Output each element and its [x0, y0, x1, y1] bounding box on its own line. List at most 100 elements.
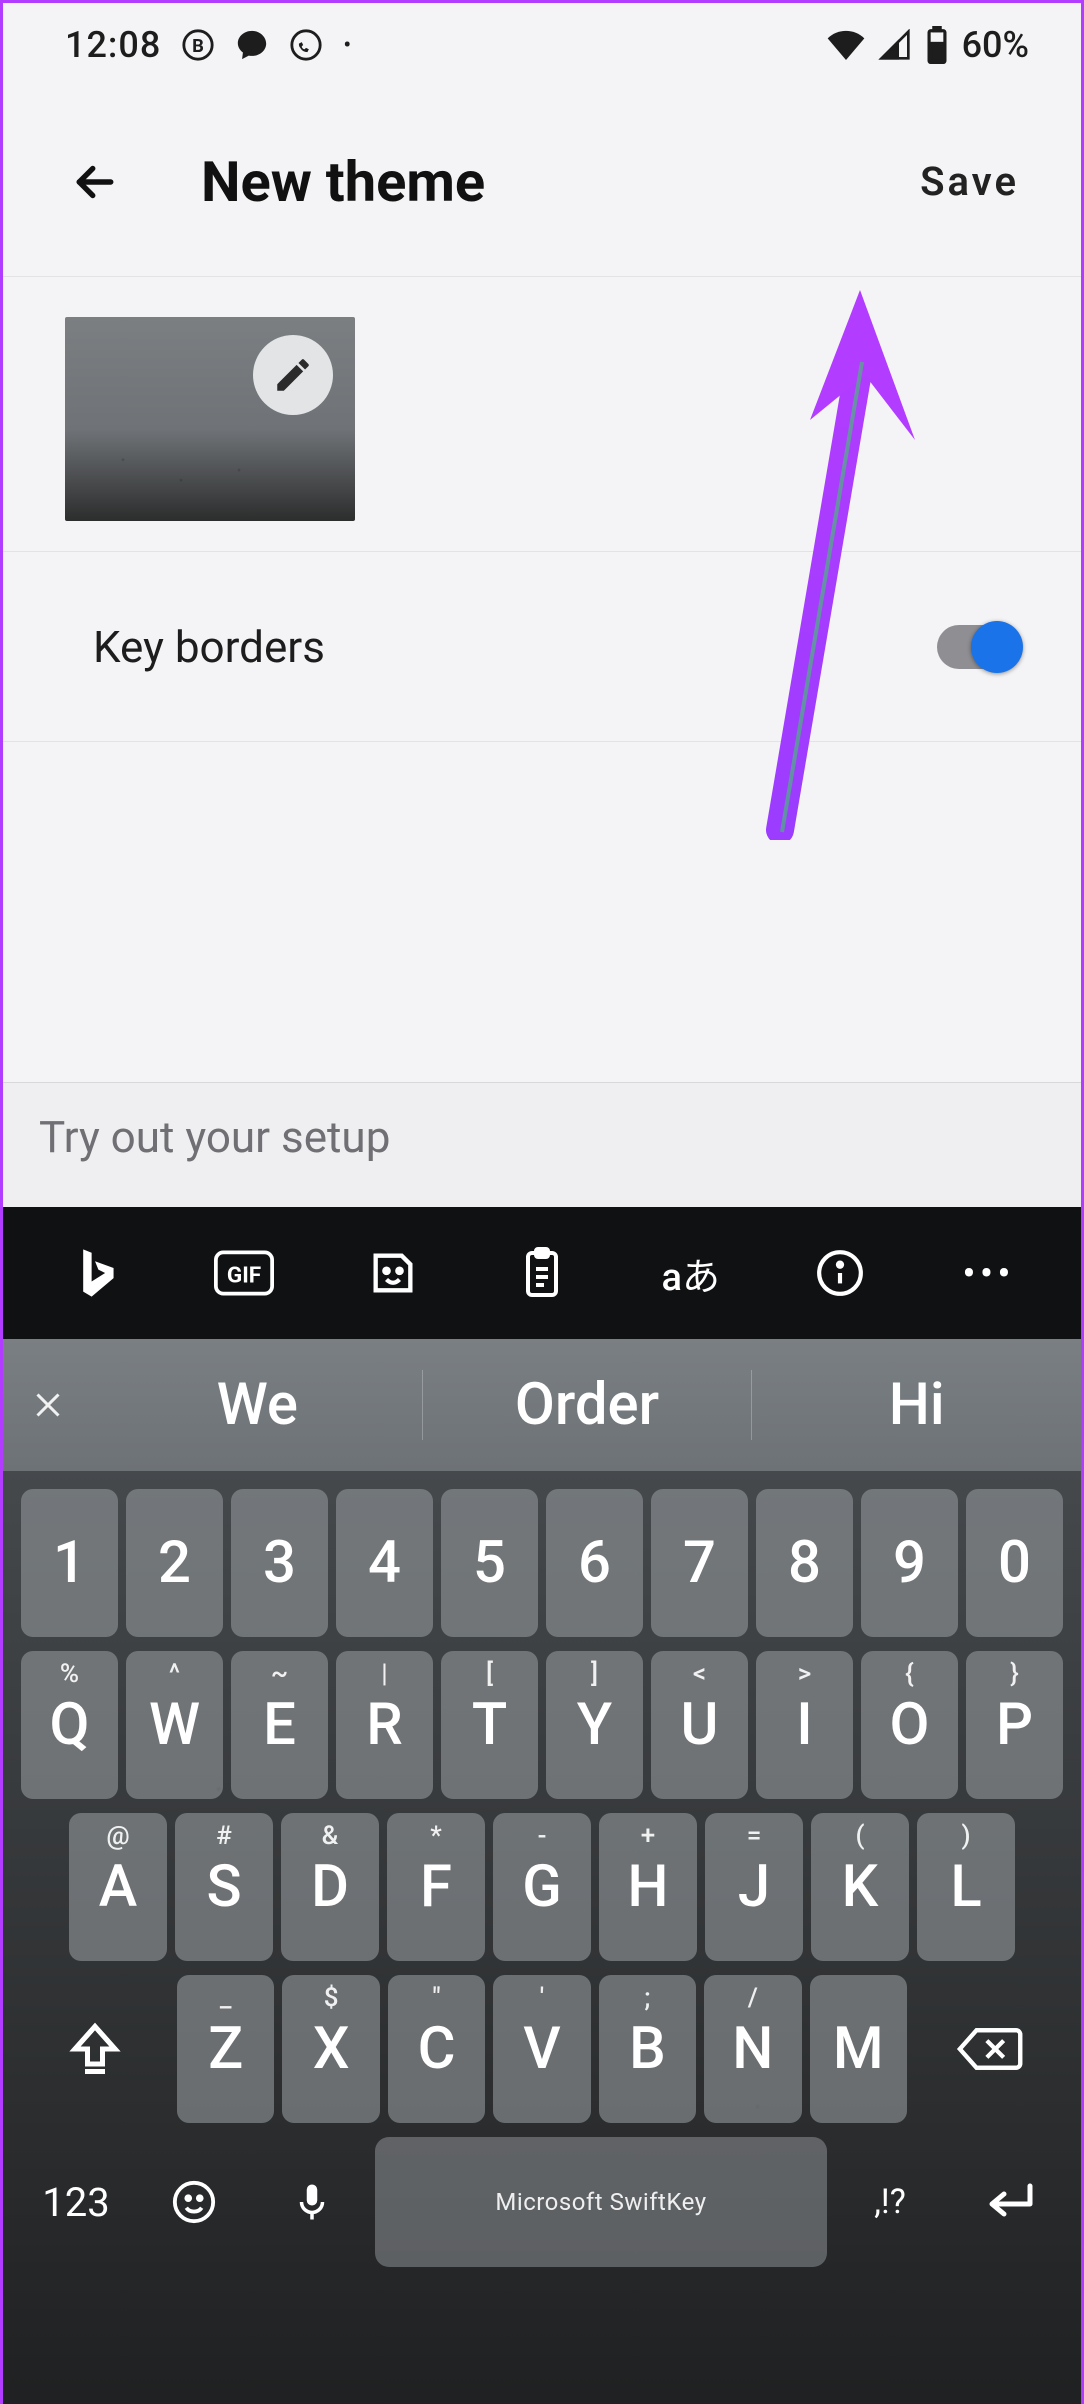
spacer: [3, 742, 1081, 1082]
wifi-icon: [826, 29, 866, 61]
theme-thumbnail[interactable]: [65, 317, 355, 521]
key-m[interactable]: M: [810, 1975, 907, 2123]
key-s[interactable]: #S: [175, 1813, 273, 1961]
key-z[interactable]: _Z: [177, 1975, 274, 2123]
key-e[interactable]: ~E: [231, 1651, 328, 1799]
key-6[interactable]: 6: [546, 1489, 643, 1637]
mic-icon: [295, 2181, 329, 2223]
key-3[interactable]: 3: [231, 1489, 328, 1637]
clipboard-icon[interactable]: [492, 1228, 592, 1318]
suggestion-3[interactable]: Hi: [752, 1371, 1081, 1439]
whatsapp-icon: [289, 28, 323, 62]
edit-theme-button[interactable]: [253, 335, 333, 415]
tryout-input[interactable]: [39, 1111, 1045, 1163]
info-icon[interactable]: [790, 1228, 890, 1318]
space-key[interactable]: Microsoft SwiftKey: [375, 2137, 827, 2267]
key-0[interactable]: 0: [966, 1489, 1063, 1637]
save-button[interactable]: Save: [920, 158, 1019, 205]
backspace-icon: [954, 2024, 1024, 2074]
clock: 12:08: [65, 24, 161, 66]
chat-icon: [235, 28, 269, 62]
status-left: 12:08 B •: [65, 24, 351, 66]
key-n[interactable]: /N: [704, 1975, 801, 2123]
sticker-icon[interactable]: [343, 1228, 443, 1318]
battery-text: 60%: [962, 24, 1029, 66]
key-v[interactable]: 'V: [493, 1975, 590, 2123]
key-d[interactable]: &D: [281, 1813, 379, 1961]
pencil-icon: [272, 354, 314, 396]
numeric-key[interactable]: 123: [21, 2137, 131, 2267]
key-9[interactable]: 9: [861, 1489, 958, 1637]
arrow-left-icon: [68, 155, 122, 209]
keys-area: 1234567890 %Q^W~E|R[T]Y<U>I{O}P @A#S&D*F…: [3, 1471, 1081, 2404]
key-row-1: 1234567890: [11, 1489, 1073, 1637]
key-u[interactable]: <U: [651, 1651, 748, 1799]
mic-key[interactable]: [257, 2137, 367, 2267]
svg-text:GIF: GIF: [227, 1262, 261, 1288]
keyboard-toolbar: GIF aあ •••: [3, 1207, 1081, 1339]
suggestion-2[interactable]: Order: [423, 1371, 752, 1439]
signal-icon: [878, 29, 912, 61]
more-icon[interactable]: •••: [938, 1228, 1038, 1318]
key-row-4: _Z$X"C'V;B/NM: [11, 1975, 1073, 2123]
key-4[interactable]: 4: [336, 1489, 433, 1637]
translate-icon[interactable]: aあ: [641, 1228, 741, 1318]
key-row-5: 123 Microsoft SwiftKey ,!?: [11, 2137, 1073, 2267]
key-7[interactable]: 7: [651, 1489, 748, 1637]
key-l[interactable]: )L: [917, 1813, 1015, 1961]
status-bar: 12:08 B • 60%: [3, 3, 1081, 87]
svg-text:B: B: [192, 36, 204, 57]
enter-key[interactable]: [953, 2137, 1063, 2267]
key-k[interactable]: (K: [811, 1813, 909, 1961]
smile-icon: [171, 2179, 217, 2225]
key-q[interactable]: %Q: [21, 1651, 118, 1799]
key-f[interactable]: *F: [387, 1813, 485, 1961]
key-borders-row[interactable]: Key borders: [3, 552, 1081, 742]
key-a[interactable]: @A: [69, 1813, 167, 1961]
app-header: New theme Save: [3, 87, 1081, 277]
key-x[interactable]: $X: [282, 1975, 379, 2123]
dot-icon: •: [343, 33, 351, 58]
status-right: 60%: [826, 24, 1029, 66]
keyboard: GIF aあ ••• We Order Hi 1234567890 %Q^W~E…: [3, 1207, 1081, 2404]
key-b[interactable]: ;B: [599, 1975, 696, 2123]
suggestion-1[interactable]: We: [93, 1371, 422, 1439]
key-row-2: %Q^W~E|R[T]Y<U>I{O}P: [11, 1651, 1073, 1799]
bing-icon[interactable]: [45, 1228, 145, 1318]
enter-icon: [980, 2178, 1036, 2226]
theme-preview-section: [3, 277, 1081, 552]
key-5[interactable]: 5: [441, 1489, 538, 1637]
key-w[interactable]: ^W: [126, 1651, 223, 1799]
key-row-3: @A#S&D*F-G+H=J(K)L: [11, 1813, 1073, 1961]
key-c[interactable]: "C: [388, 1975, 485, 2123]
suggestion-close[interactable]: [3, 1387, 93, 1423]
tryout-section: [3, 1082, 1081, 1207]
shift-icon: [65, 2019, 125, 2079]
suggestion-bar: We Order Hi: [3, 1339, 1081, 1471]
backspace-key[interactable]: [915, 1975, 1063, 2123]
page-title: New theme: [201, 149, 485, 215]
key-j[interactable]: =J: [705, 1813, 803, 1961]
key-r[interactable]: |R: [336, 1651, 433, 1799]
key-2[interactable]: 2: [126, 1489, 223, 1637]
key-1[interactable]: 1: [21, 1489, 118, 1637]
toggle-knob: [971, 621, 1023, 673]
key-g[interactable]: -G: [493, 1813, 591, 1961]
key-h[interactable]: +H: [599, 1813, 697, 1961]
key-i[interactable]: >I: [756, 1651, 853, 1799]
shift-key[interactable]: [21, 1975, 169, 2123]
close-icon: [30, 1387, 66, 1423]
key-borders-label: Key borders: [93, 621, 325, 673]
emoji-key[interactable]: [139, 2137, 249, 2267]
key-8[interactable]: 8: [756, 1489, 853, 1637]
key-t[interactable]: [T: [441, 1651, 538, 1799]
key-y[interactable]: ]Y: [546, 1651, 643, 1799]
battery-icon: [924, 26, 950, 64]
key-p[interactable]: }P: [966, 1651, 1063, 1799]
bold-circle-icon: B: [181, 28, 215, 62]
gif-icon[interactable]: GIF: [194, 1228, 294, 1318]
punctuation-key[interactable]: ,!?: [835, 2137, 945, 2267]
key-borders-toggle[interactable]: [937, 625, 1019, 669]
key-o[interactable]: {O: [861, 1651, 958, 1799]
back-button[interactable]: [65, 152, 125, 212]
